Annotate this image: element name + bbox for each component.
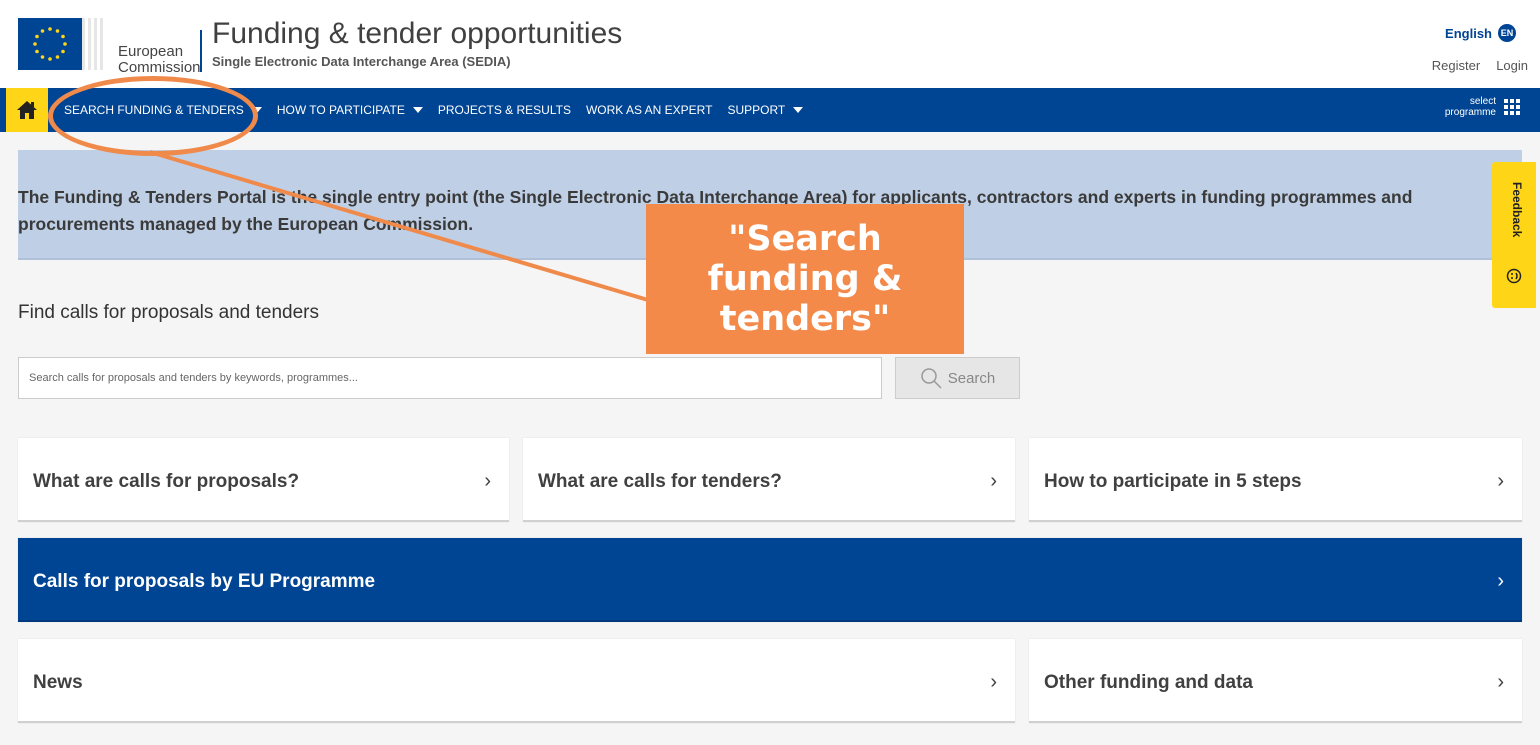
nav-support[interactable]: SUPPORT xyxy=(727,103,804,117)
nav-work-as-expert[interactable]: WORK AS AN EXPERT xyxy=(586,103,712,117)
login-link[interactable]: Login xyxy=(1496,58,1528,73)
language-code-badge: EN xyxy=(1498,24,1516,42)
nav-item-label: WORK AS AN EXPERT xyxy=(585,103,713,117)
select-programme-label: select programme xyxy=(1445,96,1496,118)
feedback-label: Feedback xyxy=(1510,182,1524,238)
card-other-funding-data[interactable]: Other funding and data › xyxy=(1029,639,1522,723)
nav-item-label: PROJECTS & RESULTS xyxy=(437,103,571,117)
nav-item-label: SUPPORT xyxy=(727,103,786,117)
chevron-right-icon: › xyxy=(1497,671,1504,693)
nav-item-label: HOW TO PARTICIPATE xyxy=(276,103,405,117)
language-selector[interactable]: English EN xyxy=(1445,24,1516,42)
register-link[interactable]: Register xyxy=(1432,58,1480,73)
eu-flag-icon xyxy=(18,18,82,70)
caret-down-icon xyxy=(412,107,423,113)
chevron-right-icon: › xyxy=(484,470,491,492)
annotation-callout: "Search funding & tenders" xyxy=(646,204,964,354)
feedback-tab[interactable]: Feedback xyxy=(1492,162,1536,308)
card-label: How to participate in 5 steps xyxy=(1044,471,1302,492)
search-input[interactable] xyxy=(18,357,882,399)
home-button[interactable] xyxy=(6,88,48,132)
card-label: Other funding and data xyxy=(1044,672,1253,693)
card-how-to-participate[interactable]: How to participate in 5 steps › xyxy=(1029,438,1522,522)
logo-text-commission: Commission xyxy=(118,59,201,76)
feedback-smiley-icon xyxy=(1506,268,1522,284)
account-links: Register Login xyxy=(1432,58,1528,73)
card-what-are-calls-for-proposals[interactable]: What are calls for proposals? › xyxy=(18,438,509,522)
card-label: What are calls for tenders? xyxy=(538,471,782,492)
chevron-right-icon: › xyxy=(1497,570,1504,592)
logo-text-european: European xyxy=(118,43,184,60)
home-icon xyxy=(17,101,37,119)
card-what-are-calls-for-tenders[interactable]: What are calls for tenders? › xyxy=(523,438,1015,522)
site-title[interactable]: Funding & tender opportunities xyxy=(212,17,622,51)
card-label: News xyxy=(33,672,83,693)
chevron-right-icon: › xyxy=(1497,470,1504,492)
chevron-right-icon: › xyxy=(990,470,997,492)
search-button-label: Search xyxy=(947,369,996,387)
site-subtitle: Single Electronic Data Interchange Area … xyxy=(212,54,511,69)
find-calls-heading: Find calls for proposals and tenders xyxy=(18,302,319,323)
language-label: English xyxy=(1445,25,1492,41)
select-programme-button[interactable]: select programme xyxy=(1445,96,1520,118)
search-button[interactable]: Search xyxy=(895,357,1020,399)
card-calls-by-eu-programme[interactable]: Calls for proposals by EU Programme › xyxy=(18,538,1522,622)
site-header: European Commission Funding & tender opp… xyxy=(0,0,1540,88)
search-icon xyxy=(920,368,942,389)
annotation-highlight-ellipse xyxy=(48,76,258,156)
card-label: What are calls for proposals? xyxy=(33,471,300,492)
title-separator xyxy=(200,30,202,72)
card-label: Calls for proposals by EU Programme xyxy=(33,571,376,592)
logo-stripes xyxy=(82,18,104,70)
select-programme-line2: programme xyxy=(1444,107,1496,118)
select-programme-line1: select xyxy=(1469,96,1496,107)
chevron-right-icon: › xyxy=(990,671,997,693)
nav-projects-results[interactable]: PROJECTS & RESULTS xyxy=(438,103,571,117)
card-news[interactable]: News › xyxy=(18,639,1015,723)
european-commission-logo[interactable]: European Commission xyxy=(18,14,201,76)
nav-how-to-participate[interactable]: HOW TO PARTICIPATE xyxy=(277,103,423,117)
caret-down-icon xyxy=(793,107,804,113)
apps-grid-icon xyxy=(1504,99,1520,115)
